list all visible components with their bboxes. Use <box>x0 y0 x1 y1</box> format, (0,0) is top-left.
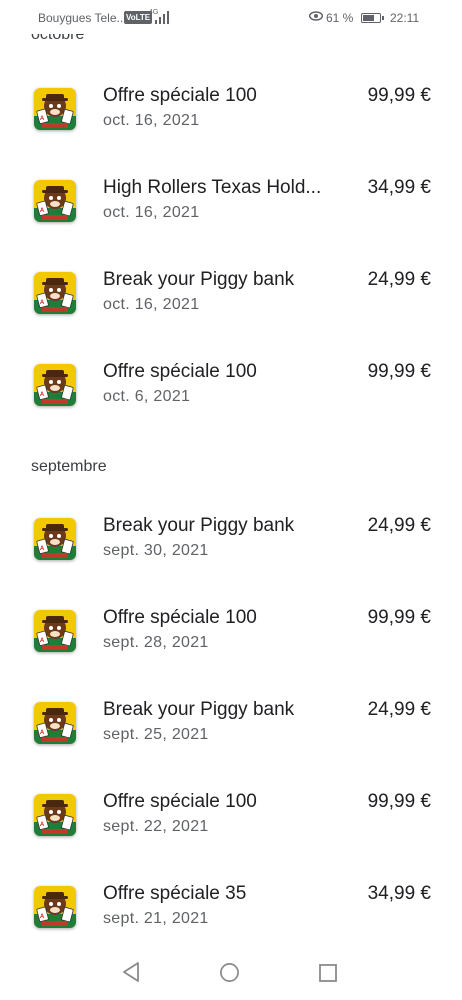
item-title: Break your Piggy bank <box>103 515 295 536</box>
battery-percent: 61 % <box>326 11 354 25</box>
poker-game-app-icon: A <box>34 886 76 928</box>
home-circle-icon[interactable] <box>219 962 240 983</box>
item-title: Offre spéciale 100 <box>103 85 257 106</box>
purchase-date: oct. 16, 2021 <box>103 204 200 221</box>
item-price: 99,99 € <box>367 85 431 106</box>
eye-comfort-icon <box>309 11 323 21</box>
item-price: 99,99 € <box>367 607 431 628</box>
purchase-date: sept. 28, 2021 <box>103 634 209 651</box>
purchase-row[interactable]: A High Rollers Texas Hold... oct. 16, 20… <box>0 176 462 256</box>
purchase-row[interactable]: A Break your Piggy bank sept. 30, 2021 2… <box>0 514 462 594</box>
battery-icon <box>361 13 384 23</box>
signal-icon <box>155 11 171 24</box>
volte-badge: VoLTE <box>124 11 153 24</box>
poker-game-app-icon: A <box>34 180 76 222</box>
item-title: Offre spéciale 100 <box>103 361 257 382</box>
item-price: 24,99 € <box>367 515 431 536</box>
purchase-date: sept. 22, 2021 <box>103 818 209 835</box>
month-header-september: septembre <box>31 458 107 475</box>
item-price: 99,99 € <box>367 791 431 812</box>
item-title: Offre spéciale 35 <box>103 883 247 904</box>
poker-game-app-icon: A <box>34 702 76 744</box>
item-title: High Rollers Texas Hold... <box>103 177 322 198</box>
poker-game-app-icon: A <box>34 610 76 652</box>
item-price: 34,99 € <box>367 883 431 904</box>
item-price: 99,99 € <box>367 361 431 382</box>
purchase-date: oct. 6, 2021 <box>103 388 191 405</box>
poker-game-app-icon: A <box>34 518 76 560</box>
purchase-row[interactable]: A Offre spéciale 100 oct. 16, 2021 99,99… <box>0 84 462 164</box>
purchase-date: sept. 21, 2021 <box>103 910 209 927</box>
poker-game-app-icon: A <box>34 272 76 314</box>
purchase-row[interactable]: A Break your Piggy bank sept. 25, 2021 2… <box>0 698 462 778</box>
poker-game-app-icon: A <box>34 88 76 130</box>
item-title: Offre spéciale 100 <box>103 607 257 628</box>
purchase-row[interactable]: A Break your Piggy bank oct. 16, 2021 24… <box>0 268 462 348</box>
clock: 22:11 <box>390 11 420 25</box>
item-title: Break your Piggy bank <box>103 269 295 290</box>
purchase-date: sept. 30, 2021 <box>103 542 209 559</box>
purchase-date: oct. 16, 2021 <box>103 112 200 129</box>
purchase-row[interactable]: A Offre spéciale 100 sept. 22, 2021 99,9… <box>0 790 462 870</box>
purchase-row[interactable]: A Offre spéciale 100 sept. 28, 2021 99,9… <box>0 606 462 686</box>
item-title: Offre spéciale 100 <box>103 791 257 812</box>
purchase-date: sept. 25, 2021 <box>103 726 209 743</box>
carrier-name: Bouygues Tele... <box>38 11 127 25</box>
status-bar: Bouygues Tele... VoLTE 4G 61 % 22:11 <box>0 0 462 34</box>
recent-apps-square-icon[interactable] <box>318 963 338 983</box>
purchase-row[interactable]: A Offre spéciale 100 oct. 6, 2021 99,99 … <box>0 360 462 440</box>
poker-game-app-icon: A <box>34 364 76 406</box>
system-nav-bar <box>0 946 462 1000</box>
item-title: Break your Piggy bank <box>103 699 295 720</box>
back-triangle-icon[interactable] <box>120 961 142 983</box>
item-price: 34,99 € <box>367 177 431 198</box>
item-price: 24,99 € <box>367 269 431 290</box>
item-price: 24,99 € <box>367 699 431 720</box>
poker-game-app-icon: A <box>34 794 76 836</box>
purchase-date: oct. 16, 2021 <box>103 296 200 313</box>
